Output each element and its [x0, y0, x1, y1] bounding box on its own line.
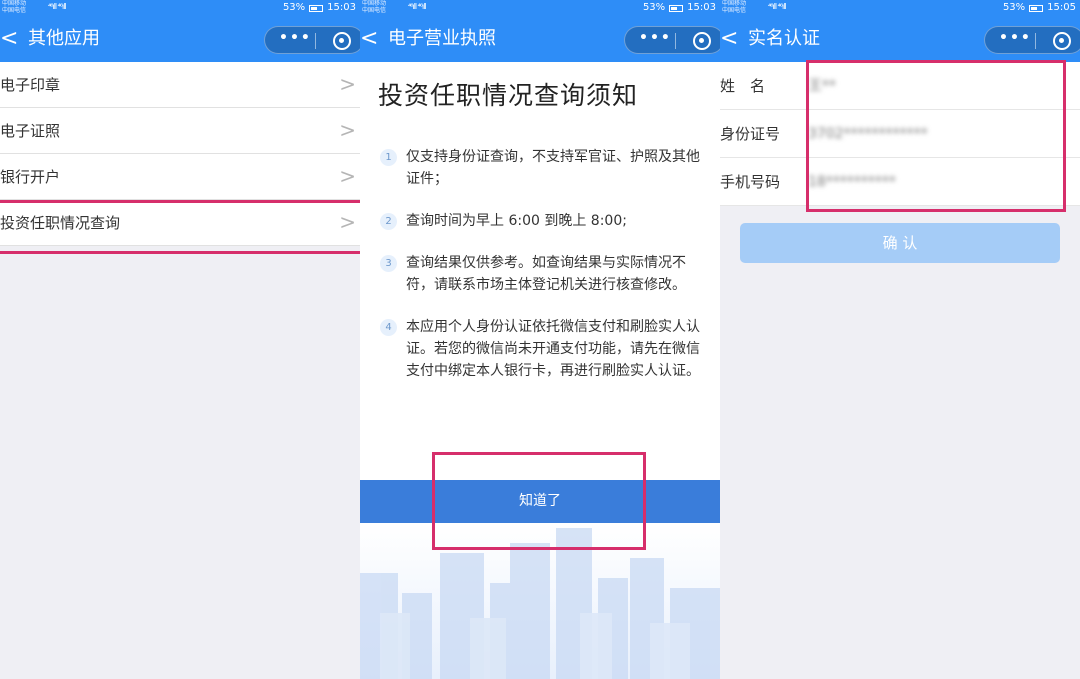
more-icon[interactable]: ••• — [279, 30, 312, 46]
chevron-right-icon: > — [339, 164, 356, 188]
clock: 15:03 — [327, 2, 356, 13]
highlight-box-button — [432, 452, 646, 550]
field-label: 姓 名 — [720, 77, 766, 95]
battery-icon — [1029, 4, 1044, 12]
battery-icon — [669, 4, 684, 12]
battery-percent: 53% — [1002, 2, 1026, 13]
item-number-badge: 3 — [380, 255, 397, 272]
carrier-label: 中国移动 — [722, 0, 747, 7]
chevron-right-icon: > — [339, 118, 356, 142]
battery-percent: 53% — [282, 2, 306, 13]
item-number-badge: 4 — [380, 319, 397, 336]
page-title: 其他应用 — [28, 28, 100, 49]
notice-item-text: 仅支持身份证查询，不支持军官证、护照及其他证件； — [406, 149, 700, 187]
nav-bar: < 实名认证 ••• — [720, 16, 1080, 62]
list-item[interactable]: 银行开户 > — [0, 154, 360, 200]
list-item-label: 银行开户 — [0, 168, 61, 186]
nav-bar: < 电子营业执照 ••• — [360, 16, 720, 62]
status-bar: 中国移动 中国电信 ⁴⁶ıll ⁴⁶ıll 53% 15:05 — [720, 0, 1080, 16]
screen-notice: 中国移动 中国电信 ⁴⁶ıll ⁴⁶ıll 53% 15:03 < 电子营业执照 … — [360, 0, 720, 679]
carrier-label-2: 中国电信 — [2, 7, 27, 14]
list-item[interactable]: 电子证照 > — [0, 108, 360, 154]
page-title: 实名认证 — [748, 28, 820, 49]
back-icon[interactable]: < — [360, 26, 378, 52]
battery-icon — [309, 4, 324, 12]
nav-bar: < 其他应用 ••• — [0, 16, 360, 62]
carrier-label-2: 中国电信 — [362, 7, 387, 14]
list-item[interactable]: 电子印章 > — [0, 62, 360, 108]
highlight-line-bottom — [0, 251, 360, 254]
carrier-label: 中国移动 — [362, 0, 387, 7]
chevron-right-icon: > — [339, 72, 356, 96]
close-miniapp-icon[interactable] — [693, 32, 711, 50]
notice-item-text: 查询时间为早上 6:00 到晚上 8:00; — [406, 213, 627, 229]
page-title: 电子营业执照 — [388, 28, 496, 49]
notice-item: 2 查询时间为早上 6:00 到晚上 8:00; — [380, 210, 710, 232]
list-item-investment-query[interactable]: 投资任职情况查询 > — [0, 200, 360, 246]
notice-item-text: 本应用个人身份认证依托微信支付和刷脸实人认证。若您的微信尚未开通支付功能，请先在… — [406, 319, 700, 379]
list-item-label: 电子证照 — [0, 122, 61, 140]
list-item-label: 电子印章 — [0, 76, 61, 94]
field-label: 手机号码 — [720, 173, 781, 191]
more-icon[interactable]: ••• — [999, 30, 1032, 46]
screen-other-apps: 中国移动 中国电信 ⁴⁶ıll ⁴⁶ıll 53% 15:03 < 其他应用 ••… — [0, 0, 360, 679]
highlight-box-fields — [806, 60, 1066, 212]
item-number-badge: 2 — [380, 213, 397, 230]
close-miniapp-icon[interactable] — [333, 32, 351, 50]
item-number-badge: 1 — [380, 149, 397, 166]
notice-item: 4 本应用个人身份认证依托微信支付和刷脸实人认证。若您的微信尚未开通支付功能，请先… — [380, 316, 710, 382]
field-label: 身份证号 — [720, 125, 781, 143]
confirm-button[interactable]: 确 认 — [740, 223, 1060, 263]
miniapp-capsule: ••• — [264, 26, 360, 54]
signal-icon: ⁴⁶ıll ⁴⁶ıll — [48, 2, 67, 11]
battery-percent: 53% — [642, 2, 666, 13]
notice-list: 1 仅支持身份证查询，不支持军官证、护照及其他证件； 2 查询时间为早上 6:00 … — [380, 146, 710, 402]
notice-title: 投资任职情况查询须知 — [378, 81, 639, 110]
notice-item: 1 仅支持身份证查询，不支持军官证、护照及其他证件； — [380, 146, 710, 190]
chevron-right-icon: > — [339, 210, 356, 234]
status-bar: 中国移动 中国电信 ⁴⁶ıll ⁴⁶ıll 53% 15:03 — [360, 0, 720, 16]
notice-item-text: 查询结果仅供参考。如查询结果与实际情况不符，请联系市场主体登记机关进行核查修改。 — [406, 255, 686, 293]
back-icon[interactable]: < — [720, 26, 738, 52]
carrier-label: 中国移动 — [2, 0, 27, 7]
status-bar: 中国移动 中国电信 ⁴⁶ıll ⁴⁶ıll 53% 15:03 — [0, 0, 360, 16]
back-icon[interactable]: < — [0, 26, 18, 52]
miniapp-capsule: ••• — [624, 26, 720, 54]
clock: 15:03 — [687, 2, 716, 13]
signal-icon: ⁴⁶ıll ⁴⁶ıll — [408, 2, 427, 11]
clock: 15:05 — [1047, 2, 1076, 13]
signal-icon: ⁴⁶ıll ⁴⁶ıll — [768, 2, 787, 11]
carrier-label-2: 中国电信 — [722, 7, 747, 14]
more-icon[interactable]: ••• — [639, 30, 672, 46]
close-miniapp-icon[interactable] — [1053, 32, 1071, 50]
miniapp-capsule: ••• — [984, 26, 1080, 54]
app-list: 电子印章 > 电子证照 > 银行开户 > 投资任职情况查询 > — [0, 62, 360, 246]
highlight-line-top — [0, 200, 360, 203]
notice-item: 3 查询结果仅供参考。如查询结果与实际情况不符，请联系市场主体登记机关进行核查修改… — [380, 252, 710, 296]
list-item-label: 投资任职情况查询 — [0, 214, 121, 232]
